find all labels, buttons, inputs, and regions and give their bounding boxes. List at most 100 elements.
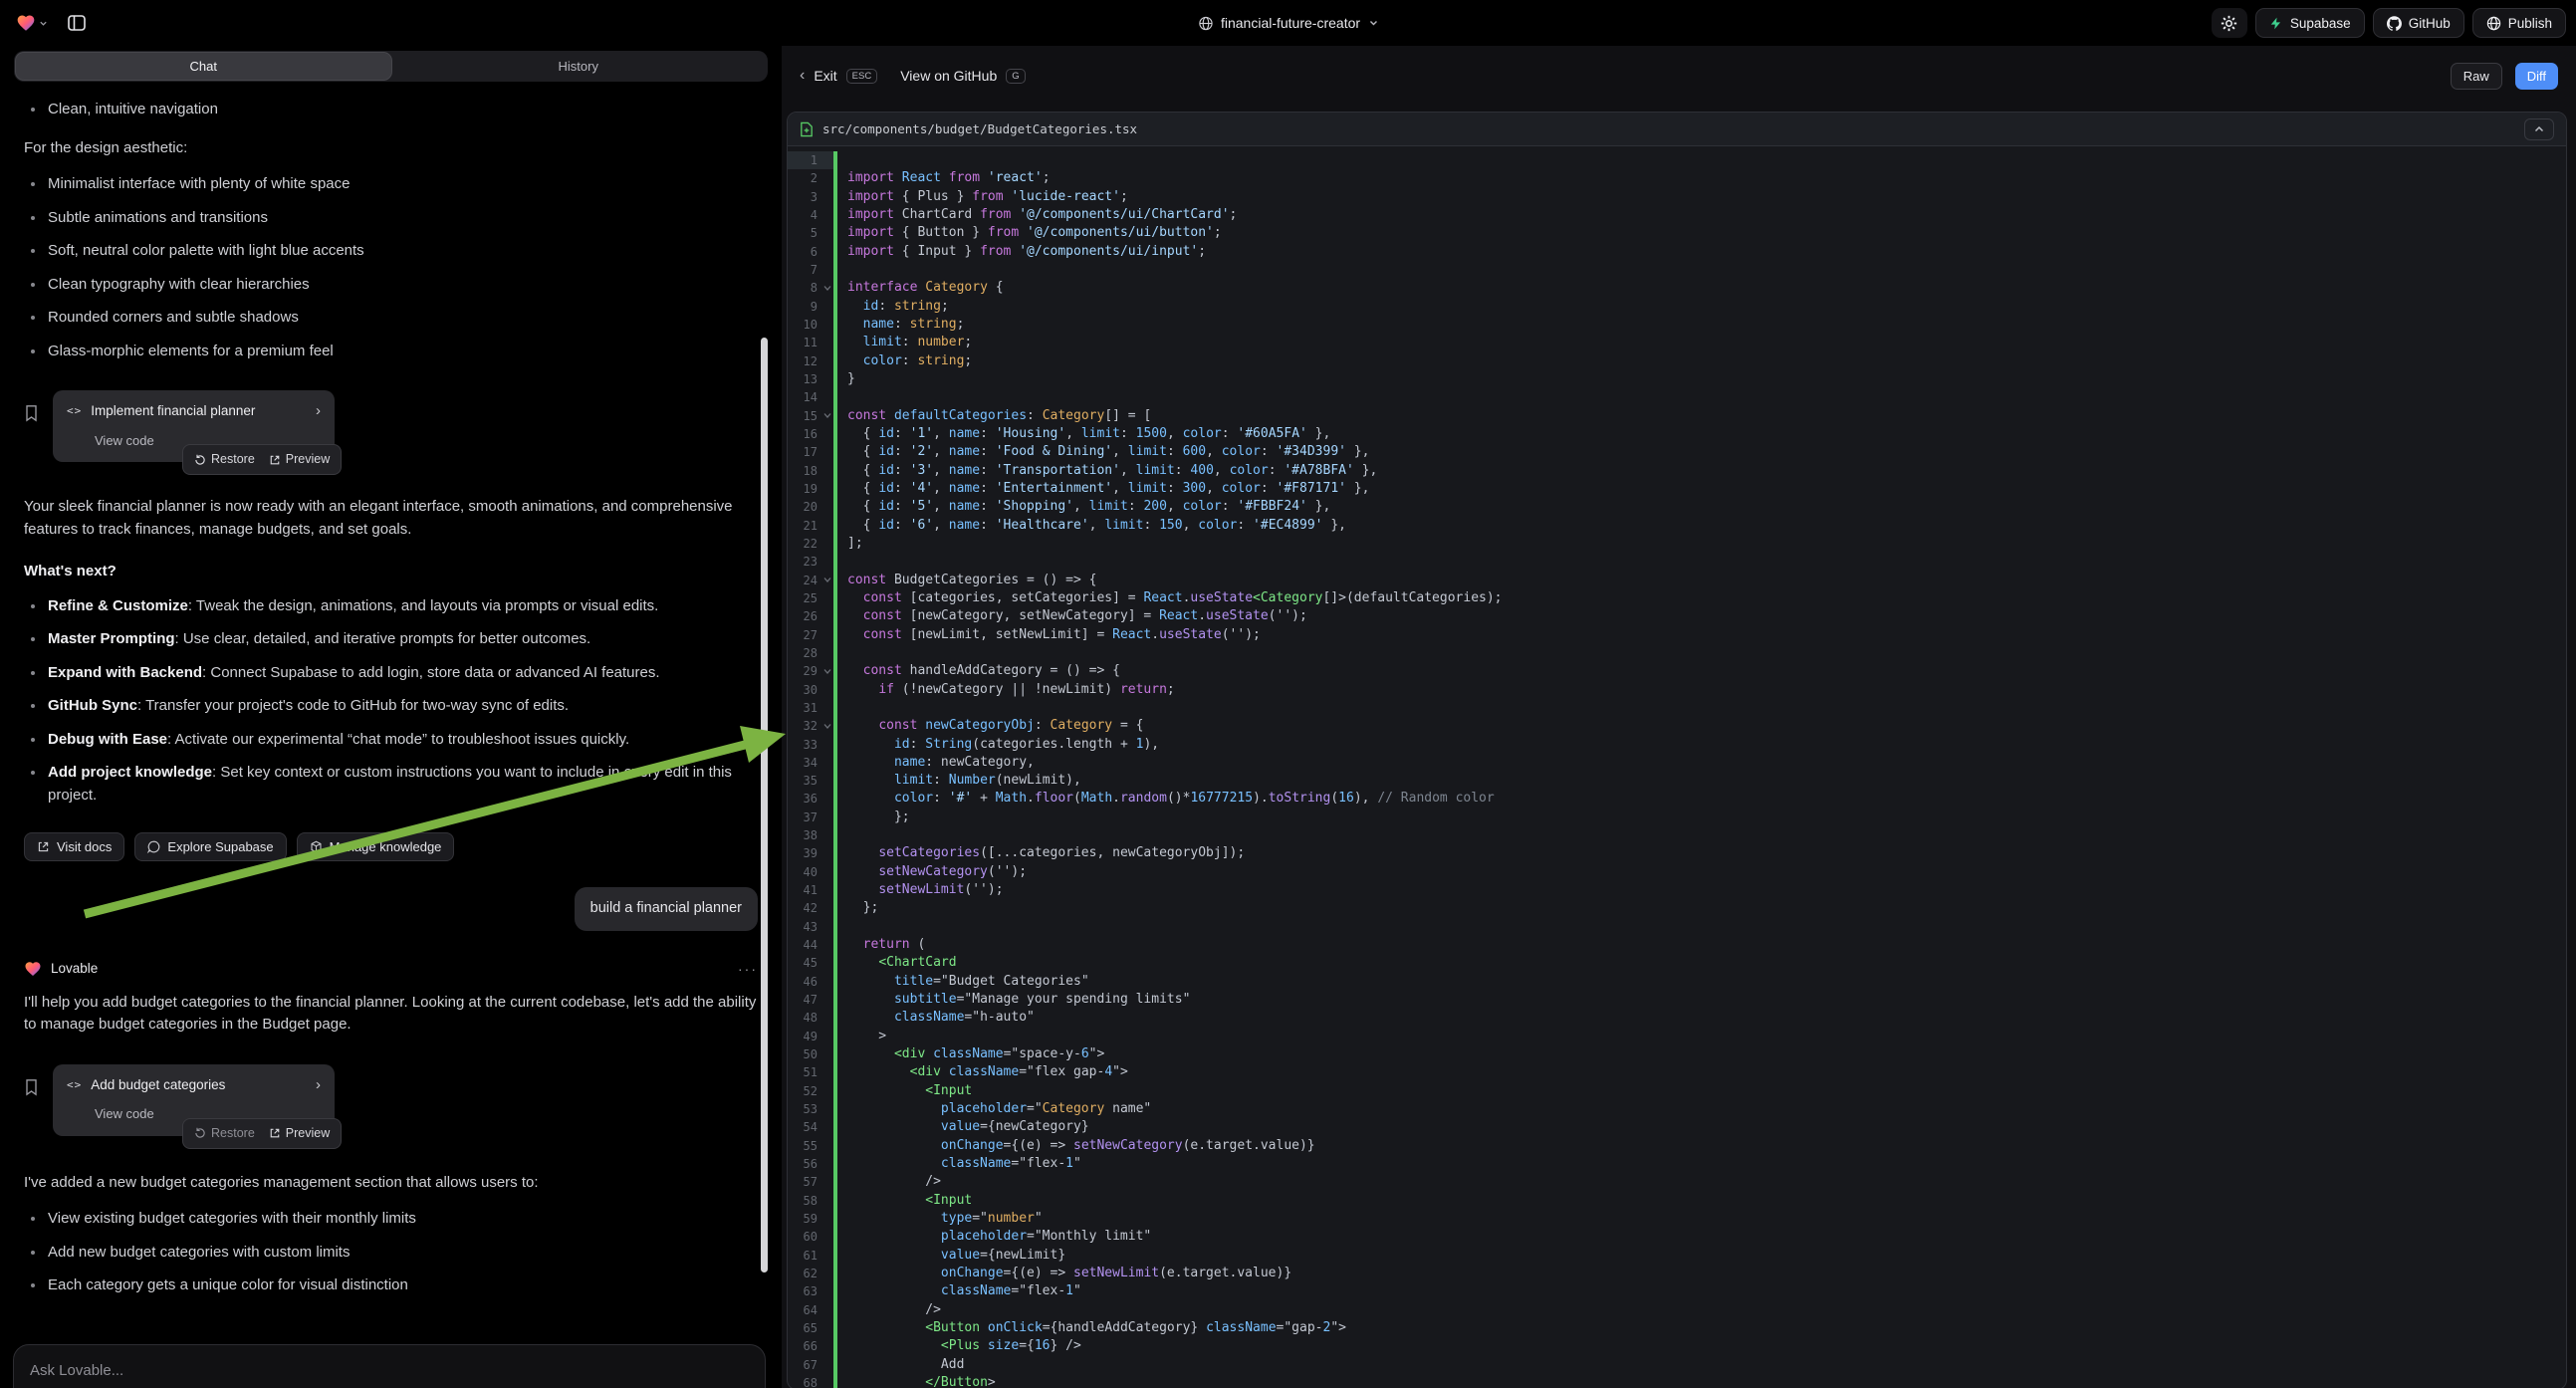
fold-gutter [820, 1063, 833, 1081]
line-number: 34 [788, 754, 820, 772]
topbar-left [10, 8, 94, 38]
supabase-button[interactable]: Supabase [2255, 8, 2365, 38]
code-line: 59 type="number" [788, 1210, 2566, 1228]
fold-gutter [820, 626, 833, 644]
line-number: 2 [788, 169, 820, 187]
version-card-row: <> Add budget categories › View code Res… [24, 1064, 758, 1136]
line-number: 4 [788, 206, 820, 224]
code-line: 7 [788, 261, 2566, 279]
github-button[interactable]: GitHub [2373, 8, 2464, 38]
fold-gutter [820, 316, 833, 334]
assistant-header: Lovable ··· [24, 959, 758, 980]
exit-button[interactable]: Exit [814, 68, 836, 84]
line-number: 38 [788, 826, 820, 844]
preview-button[interactable]: Preview [269, 450, 330, 469]
chat-bubble-icon [147, 840, 160, 853]
line-number: 68 [788, 1374, 820, 1388]
gear-icon [2221, 15, 2237, 32]
lovable-logo-menu[interactable] [10, 9, 54, 37]
ask-lovable-input[interactable] [30, 1362, 749, 1379]
line-number: 36 [788, 790, 820, 808]
version-card-title: Implement financial planner [91, 401, 307, 421]
explore-supabase-button[interactable]: Explore Supabase [134, 832, 286, 861]
bookmark-icon[interactable] [24, 404, 39, 422]
version-card-add-budget-categories[interactable]: <> Add budget categories › View code Res… [53, 1064, 335, 1136]
file-path: src/components/budget/BudgetCategories.t… [822, 121, 1137, 136]
code-line: 67 Add [788, 1356, 2566, 1374]
line-number: 39 [788, 844, 820, 862]
diff-toggle-button[interactable]: Diff [2515, 63, 2558, 90]
fold-gutter [820, 370, 833, 388]
raw-toggle-button[interactable]: Raw [2451, 63, 2502, 90]
chevron-up-icon [2534, 125, 2544, 133]
fold-gutter [820, 1173, 833, 1191]
chat-history-tabs: Chat History [14, 51, 768, 82]
fold-gutter [820, 1247, 833, 1265]
bullet-item: View existing budget categories with the… [24, 1208, 758, 1231]
tab-history[interactable]: History [391, 53, 767, 80]
line-number: 45 [788, 954, 820, 972]
project-switcher[interactable]: financial-future-creator [1198, 15, 1378, 31]
fold-chevron-icon[interactable] [820, 662, 833, 680]
line-number: 14 [788, 388, 820, 406]
tab-chat[interactable]: Chat [16, 53, 391, 80]
code-line: 6import { Input } from '@/components/ui/… [788, 243, 2566, 261]
line-number: 21 [788, 517, 820, 535]
line-number: 62 [788, 1265, 820, 1282]
code-line: 39 setCategories([...categories, newCate… [788, 844, 2566, 862]
esc-kbd-chip: ESC [846, 69, 878, 84]
manage-knowledge-button[interactable]: Manage knowledge [297, 832, 455, 861]
code-line: 19 { id: '4', name: 'Entertainment', lim… [788, 480, 2566, 498]
fold-gutter [820, 607, 833, 625]
collapse-file-button[interactable] [2524, 118, 2554, 140]
code-line: 40 setNewCategory(''); [788, 863, 2566, 881]
toggle-sidebar-button[interactable] [60, 8, 94, 38]
bullet-item: Soft, neutral color palette with light b… [24, 240, 758, 263]
fold-gutter [820, 699, 833, 717]
restore-icon [194, 454, 206, 466]
line-number: 41 [788, 881, 820, 899]
line-number: 54 [788, 1118, 820, 1136]
code-line: 65 <Button onClick={handleAddCategory} c… [788, 1319, 2566, 1337]
publish-button[interactable]: Publish [2472, 8, 2566, 38]
version-actions: Restore Preview [182, 444, 342, 475]
code-line: 66 <Plus size={16} /> [788, 1337, 2566, 1355]
lovable-avatar-heart-icon [24, 960, 42, 978]
code-line: 53 placeholder="Category name" [788, 1100, 2566, 1118]
chat-scrollbar[interactable] [761, 338, 768, 1272]
chevron-down-icon [39, 19, 48, 28]
fold-gutter [820, 425, 833, 443]
fold-chevron-icon[interactable] [820, 279, 833, 297]
fold-chevron-icon[interactable] [820, 407, 833, 425]
fold-chevron-icon[interactable] [820, 717, 833, 735]
message-menu-button[interactable]: ··· [738, 959, 758, 980]
version-card-implement-financial-planner[interactable]: <> Implement financial planner › View co… [53, 390, 335, 462]
line-number: 29 [788, 662, 820, 680]
line-number: 23 [788, 553, 820, 571]
line-number: 32 [788, 717, 820, 735]
preview-button[interactable]: Preview [269, 1124, 330, 1143]
line-number: 52 [788, 1082, 820, 1100]
view-on-github-link[interactable]: View on GitHub [900, 68, 997, 84]
line-number: 1 [788, 151, 820, 169]
visit-docs-button[interactable]: Visit docs [24, 832, 124, 861]
code-line: 46 title="Budget Categories" [788, 973, 2566, 991]
restore-button[interactable]: Restore [194, 450, 255, 469]
settings-button[interactable] [2212, 8, 2247, 38]
fold-chevron-icon[interactable] [820, 572, 833, 589]
bookmark-icon[interactable] [24, 1078, 39, 1096]
code-line: 28 [788, 644, 2566, 662]
fold-gutter [820, 844, 833, 862]
fold-gutter [820, 1319, 833, 1337]
code-file-header[interactable]: src/components/budget/BudgetCategories.t… [788, 113, 2566, 146]
fold-gutter [820, 826, 833, 844]
line-number: 58 [788, 1192, 820, 1210]
chevron-left-icon[interactable]: ‹ [800, 67, 805, 85]
fold-gutter [820, 1265, 833, 1282]
fold-gutter [820, 936, 833, 954]
code-line: 25 const [categories, setCategories] = R… [788, 589, 2566, 607]
version-card-title: Add budget categories [91, 1075, 307, 1095]
restore-button[interactable]: Restore [194, 1124, 255, 1143]
fold-gutter [820, 1118, 833, 1136]
code-line: 51 <div className="flex gap-4"> [788, 1063, 2566, 1081]
